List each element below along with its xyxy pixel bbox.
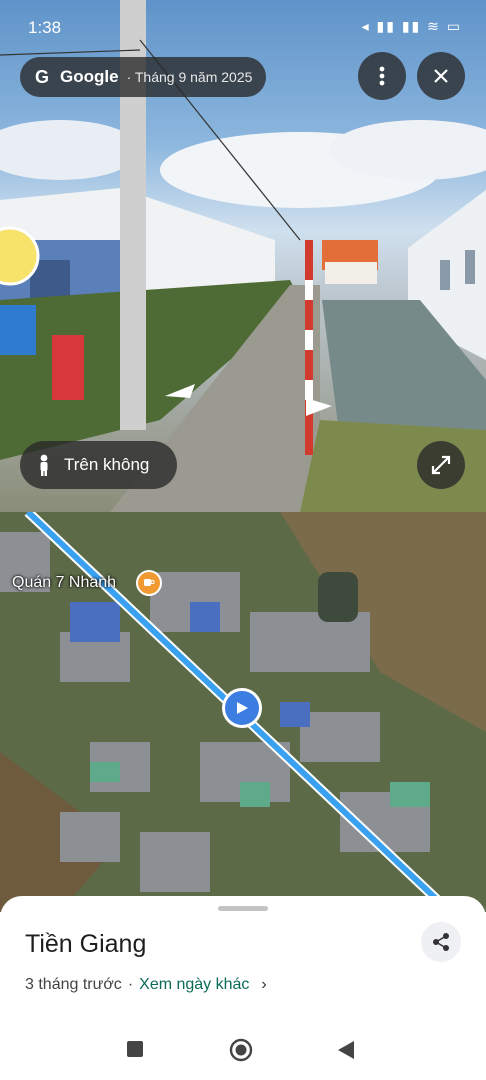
share-button[interactable]	[421, 922, 461, 962]
status-time: 1:38	[28, 18, 62, 37]
imagery-info-pill[interactable]: G Google · Tháng 9 năm 2025	[20, 57, 267, 97]
pegman-icon	[40, 454, 48, 476]
chevron-right-icon[interactable]: ›	[261, 976, 266, 994]
fullscreen-button[interactable]	[417, 441, 465, 489]
back-icon[interactable]	[337, 1040, 355, 1060]
recents-icon[interactable]	[126, 1040, 144, 1058]
pegman-location-marker[interactable]	[222, 688, 262, 728]
more-vert-icon	[379, 66, 385, 86]
see-other-dates-link[interactable]: Xem ngày khác	[139, 976, 249, 994]
aerial-view-label: Trên không	[64, 455, 150, 474]
share-icon	[433, 933, 449, 951]
close-button[interactable]	[417, 52, 465, 100]
status-bar: 1:38 ◂ ▮▮ ▮▮ ≋ ▭	[0, 0, 486, 46]
system-navigation-bar	[0, 1020, 486, 1080]
imagery-age: 3 tháng trước	[25, 976, 122, 993]
google-g-icon: G	[34, 66, 49, 87]
separator-dot: ·	[127, 976, 134, 993]
imagery-date-row: 3 tháng trước · Xem ngày khác ›	[25, 976, 267, 994]
status-icons: ◂ ▮▮ ▮▮ ≋ ▭	[361, 18, 462, 34]
location-title: Tiền Giang	[25, 930, 147, 958]
capture-date: · Tháng 9 năm 2025	[126, 69, 253, 85]
direction-arrow-icon	[237, 702, 248, 714]
expand-icon	[431, 455, 451, 475]
more-options-button[interactable]	[358, 52, 406, 100]
aerial-view-toggle[interactable]: Trên không	[20, 441, 177, 489]
sheet-drag-handle[interactable]	[218, 906, 268, 911]
home-icon[interactable]	[229, 1038, 253, 1062]
place-label[interactable]: Quán 7 Nhanh	[12, 574, 116, 592]
close-icon	[434, 69, 448, 83]
brand-label: Google	[60, 67, 119, 86]
street-view-panorama[interactable]: 1:38 ◂ ▮▮ ▮▮ ≋ ▭ G Google · Tháng 9 năm …	[0, 0, 486, 512]
cup-icon	[144, 579, 155, 586]
cafe-icon[interactable]	[136, 570, 162, 596]
